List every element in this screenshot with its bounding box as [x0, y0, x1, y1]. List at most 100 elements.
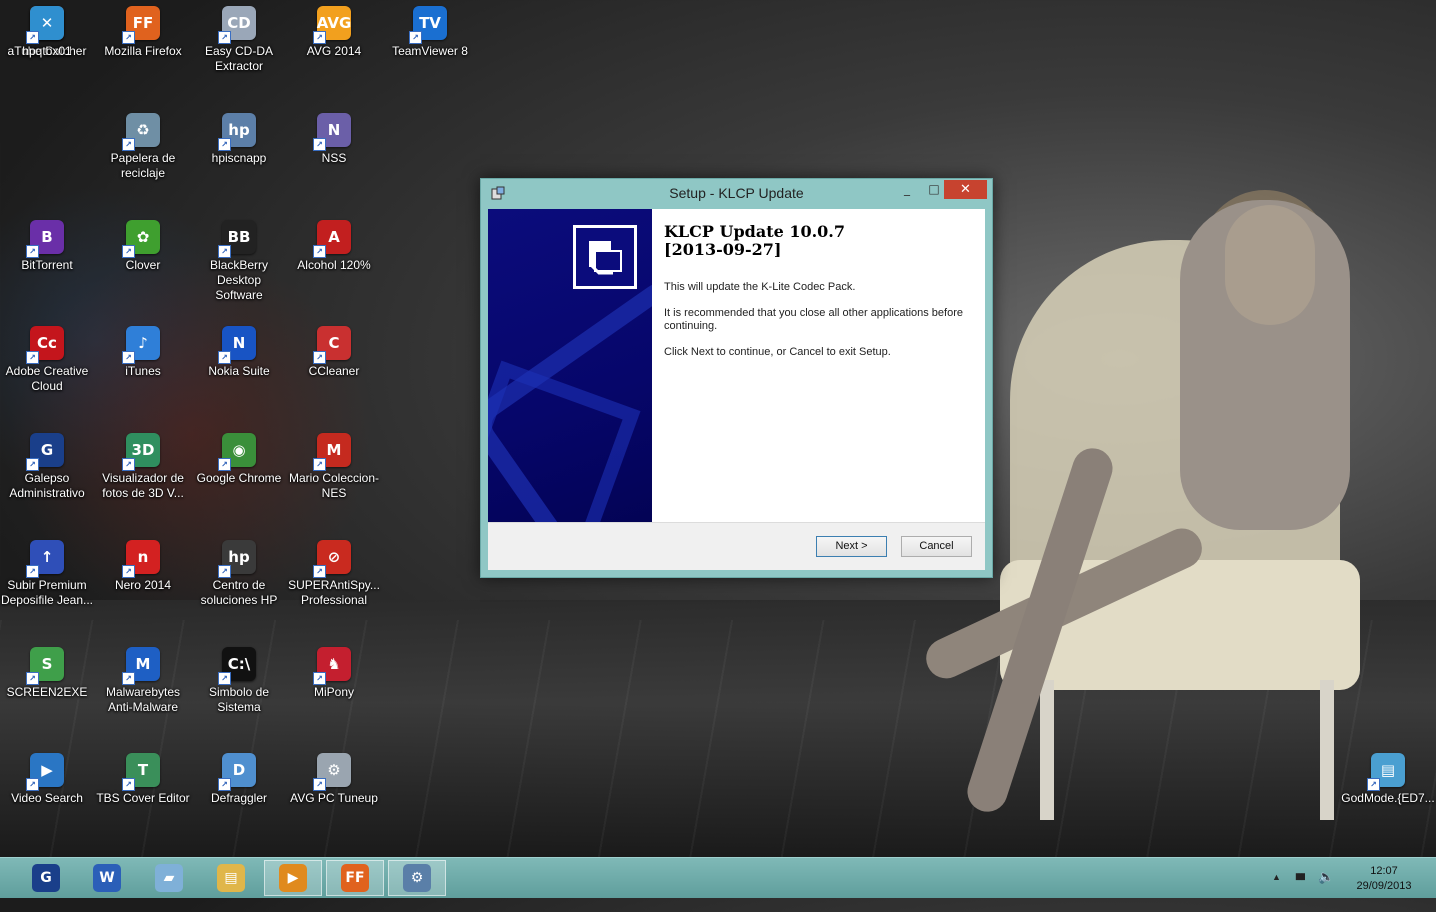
cancel-button[interactable]: Cancel	[901, 536, 972, 557]
taskbar-item-galepso[interactable]: G	[17, 860, 75, 896]
desktop-icon-screen2exe[interactable]: S ↗ SCREEN2EXE	[0, 641, 94, 700]
desktop-icon-label: Nokia Suite	[208, 364, 270, 378]
desktop-icon-label: CCleaner	[308, 364, 360, 378]
desktop-icon-bittorrent[interactable]: B ↗ BitTorrent	[0, 214, 94, 273]
shortcut-arrow-icon: ↗	[26, 31, 39, 44]
hpqtbx01-icon: ✕ ↗	[26, 6, 64, 44]
desktop-icon-alcohol-120[interactable]: A ↗ Alcohol 120%	[287, 214, 381, 273]
shortcut-arrow-icon: ↗	[409, 31, 422, 44]
defraggler-icon: D ↗	[218, 753, 256, 791]
desktop-icon-nero-2014[interactable]: n ↗ Nero 2014	[96, 534, 190, 593]
desktop-icon-blackberry-desktop-software[interactable]: BB ↗ BlackBerry Desktop Software	[192, 214, 286, 303]
shortcut-arrow-icon: ↗	[122, 31, 135, 44]
desktop-icon-avg-pc-tuneup[interactable]: ⚙ ↗ AVG PC Tuneup	[287, 747, 381, 806]
desktop-icon-ccleaner[interactable]: C ↗ CCleaner	[287, 320, 381, 379]
desktop-icon-avg-2014[interactable]: AVG ↗ AVG 2014	[287, 0, 381, 59]
mario-coleccion-nes-icon: M ↗	[313, 433, 351, 471]
desktop-icon-itunes[interactable]: ♪ ↗ iTunes	[96, 320, 190, 379]
word-icon: W	[93, 864, 121, 892]
next-button[interactable]: Next >	[816, 536, 887, 557]
desktop-icon-papelera-de-reciclaje[interactable]: ♻ ↗ Papelera de reciclaje	[96, 107, 190, 181]
shortcut-arrow-icon: ↗	[313, 138, 326, 151]
desktop-icon-centro-de-soluciones-hp[interactable]: hp ↗ Centro de soluciones HP	[192, 534, 286, 608]
visualizador-de-fotos-de-3d-v-icon: 3D ↗	[122, 433, 160, 471]
desktop-icon-easy-cd-da-extractor[interactable]: CD ↗ Easy CD-DA Extractor	[192, 0, 286, 74]
window-client: KLCP Update 10.0.7 [2013-09-27] This wil…	[488, 209, 985, 570]
desktop-icon-label: Defraggler	[210, 791, 268, 805]
shortcut-arrow-icon: ↗	[26, 672, 39, 685]
desktop-icon-hpiscnapp[interactable]: hp ↗ hpiscnapp	[192, 107, 286, 166]
desktop-icon-label: BlackBerry Desktop Software	[209, 258, 268, 302]
desktop-icon-label: AVG 2014	[306, 44, 362, 58]
desktop-icon-nokia-suite[interactable]: N ↗ Nokia Suite	[192, 320, 286, 379]
desktop-icon-label: AVG PC Tuneup	[290, 791, 378, 805]
desktop-icon-visualizador-de-fotos-de-3d-v[interactable]: 3D ↗ Visualizador de fotos de 3D V...	[96, 427, 190, 501]
taskbar-item-file-explorer[interactable]: ▤	[202, 860, 260, 896]
shortcut-arrow-icon: ↗	[26, 245, 39, 258]
wizard-banner	[488, 209, 652, 522]
desktop-icon-label: MiPony	[313, 685, 354, 699]
desktop-icon-superantispy-professional[interactable]: ⊘ ↗ SUPERAntiSpy... Professional	[287, 534, 381, 608]
desktop-icon-defraggler[interactable]: D ↗ Defraggler	[192, 747, 286, 806]
avg-pc-tuneup-icon: ⚙ ↗	[313, 753, 351, 791]
desktop-icon-subir-premium-deposifile-jean[interactable]: ↑ ↗ Subir Premium Deposifile Jean...	[0, 534, 94, 608]
desktop-icon-nss[interactable]: N ↗ NSS	[287, 107, 381, 166]
desktop-icon-godmode-ed7[interactable]: ▤ ↗ GodMode.{ED7...	[1341, 747, 1435, 806]
show-hidden-icons-button[interactable]: ▲	[1272, 872, 1281, 912]
desktop-icon-label: Mozilla Firefox	[104, 44, 182, 58]
desktop-icon-label: Clover	[125, 258, 161, 272]
itunes-icon: ♪ ↗	[122, 326, 160, 364]
desktop-icon-tbs-cover-editor[interactable]: T ↗ TBS Cover Editor	[96, 747, 190, 806]
shortcut-arrow-icon: ↗	[122, 245, 135, 258]
desktop-icon-mipony[interactable]: ♞ ↗ MiPony	[287, 641, 381, 700]
maximize-button[interactable]: □	[922, 181, 946, 199]
wizard-heading: KLCP Update 10.0.7 [2013-09-27]	[664, 223, 845, 259]
desktop-icon-label: Simbolo de Sistema	[208, 685, 270, 714]
nero-2014-icon: n ↗	[122, 540, 160, 578]
malwarebytes-anti-malware-icon: M ↗	[122, 647, 160, 685]
close-button[interactable]: ✕	[944, 180, 987, 199]
shortcut-arrow-icon: ↗	[313, 351, 326, 364]
desktop-icon-mozilla-firefox[interactable]: FF ↗ Mozilla Firefox	[96, 0, 190, 59]
taskbar-item-firefox[interactable]: FF	[326, 860, 384, 896]
desktop-icon-label: TBS Cover Editor	[96, 791, 190, 805]
shortcut-arrow-icon: ↗	[26, 458, 39, 471]
desktop-icon-google-chrome[interactable]: ◉ ↗ Google Chrome	[192, 427, 286, 486]
volume-icon[interactable]: 🔈	[1318, 869, 1334, 909]
shortcut-arrow-icon: ↗	[313, 31, 326, 44]
desktop-icon-galepso-administrativo[interactable]: G ↗ Galepso Administrativo	[0, 427, 94, 501]
desktop-icon-label: Papelera de reciclaje	[110, 151, 176, 180]
desktop-icon-malwarebytes-anti-malware[interactable]: M ↗ Malwarebytes Anti-Malware	[96, 641, 190, 715]
bittorrent-icon: B ↗	[26, 220, 64, 258]
window-titlebar[interactable]: Setup - KLCP Update _ □ ✕	[481, 179, 992, 208]
screen2exe-icon: S ↗	[26, 647, 64, 685]
desktop-icon-simbolo-de-sistema[interactable]: C:\ ↗ Simbolo de Sistema	[192, 641, 286, 715]
desktop-icon-adobe-creative-cloud[interactable]: Cc ↗ Adobe Creative Cloud	[0, 320, 94, 394]
tbs-cover-editor-icon: T ↗	[122, 753, 160, 791]
clock[interactable]: 12:07 29/09/2013	[1340, 864, 1428, 894]
papelera-de-reciclaje-icon: ♻ ↗	[122, 113, 160, 151]
taskbar-item-word[interactable]: W	[78, 860, 136, 896]
footer-divider	[488, 522, 985, 523]
shortcut-arrow-icon: ↗	[313, 458, 326, 471]
shortcut-arrow-icon: ↗	[313, 245, 326, 258]
desktop-icon-clover[interactable]: ✿ ↗ Clover	[96, 214, 190, 273]
desktop-icon-hpqtbx01[interactable]: ✕ ↗ hpqtbx01	[0, 0, 94, 59]
setup-window[interactable]: Setup - KLCP Update _ □ ✕ KLCP Update 10…	[480, 178, 993, 578]
easy-cd-da-extractor-icon: CD ↗	[218, 6, 256, 44]
hpiscnapp-icon: hp ↗	[218, 113, 256, 151]
desktop-icon-label: Adobe Creative Cloud	[5, 364, 89, 393]
desktop-icon-label: Subir Premium Deposifile Jean...	[0, 578, 94, 607]
taskbar-item-media-player[interactable]: ▶	[264, 860, 322, 896]
video-search-icon: ▶ ↗	[26, 753, 64, 791]
desktop-icon-mario-coleccion-nes[interactable]: M ↗ Mario Coleccion-NES	[287, 427, 381, 501]
desktop-icon-teamviewer-8[interactable]: TV ↗ TeamViewer 8	[383, 0, 477, 59]
desktop-icon-video-search[interactable]: ▶ ↗ Video Search	[0, 747, 94, 806]
taskbar-item-notebook[interactable]: ▰	[140, 860, 198, 896]
mipony-icon: ♞ ↗	[313, 647, 351, 685]
taskbar-item-setup[interactable]: ⚙	[388, 860, 446, 896]
network-icon[interactable]: ▮▮▮	[1295, 871, 1306, 911]
teamviewer-8-icon: TV ↗	[409, 6, 447, 44]
minimize-button[interactable]: _	[895, 181, 919, 199]
desktop-icon-label: hpqtbx01	[22, 44, 72, 58]
